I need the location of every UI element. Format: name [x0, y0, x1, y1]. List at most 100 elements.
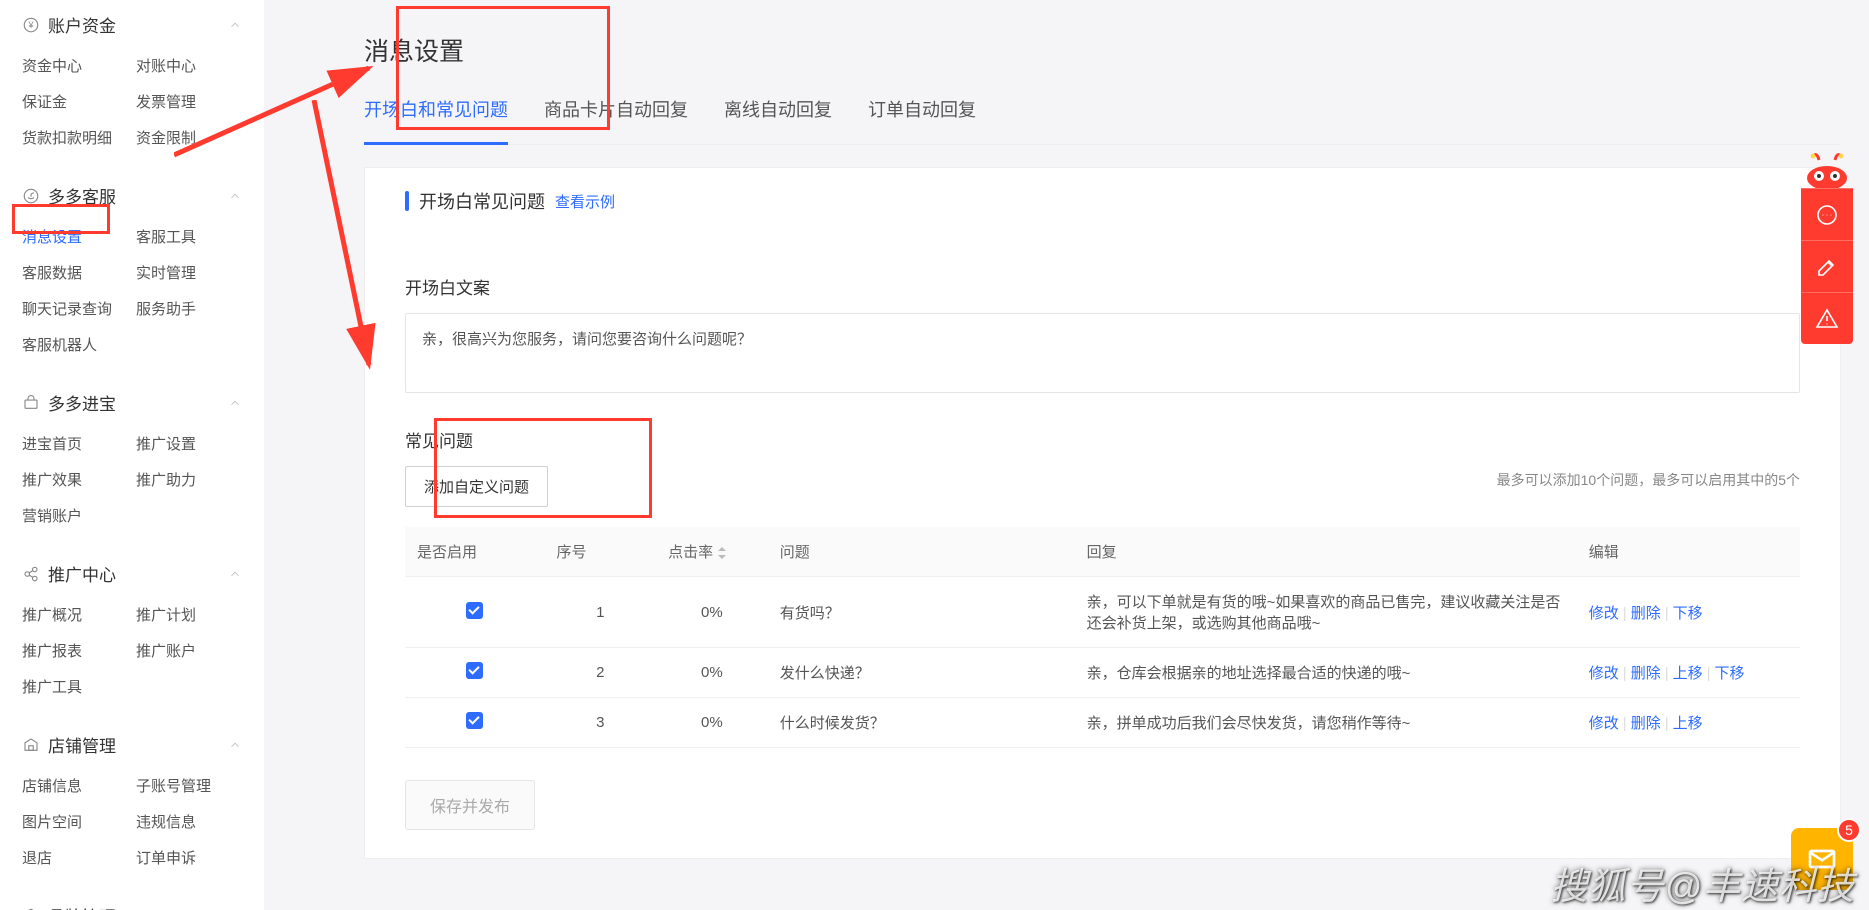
cell-question: 有货吗？ [768, 577, 1075, 648]
table-row: 20%发什么快递？亲，仓库会根据亲的地址选择最合适的快递的哦~修改|删除|上移|… [405, 648, 1800, 698]
chevron-up-icon [228, 18, 242, 32]
opening-subtitle: 开场白文案 [405, 274, 1800, 299]
table-header: 编辑 [1577, 527, 1800, 577]
sidebar-item[interactable]: 对账中心 [136, 49, 242, 85]
sidebar: ¥账户资金资金中心对账中心保证金发票管理货款扣款明细资金限制多多客服消息设置客服… [0, 0, 264, 910]
float-edit-button[interactable] [1801, 240, 1853, 292]
sidebar-item[interactable]: 违规信息 [136, 805, 242, 841]
sidebar-item[interactable]: 推广账户 [136, 634, 242, 670]
op-link[interactable]: 修改 [1589, 665, 1619, 682]
accent-bar [405, 191, 409, 211]
tab[interactable]: 开场白和常见问题 [364, 96, 508, 144]
sidebar-item[interactable]: 货款扣款明细 [22, 121, 128, 157]
sidebar-item [136, 499, 242, 535]
sidebar-item[interactable]: 资金中心 [22, 49, 128, 85]
cell-ops: 修改|删除|上移|下移 [1577, 648, 1800, 698]
sidebar-group[interactable]: 品牌管理 [22, 891, 242, 910]
cell-answer: 亲，拼单成功后我们会尽快发货，请您稍作等待~ [1075, 698, 1577, 748]
tabs-bar: 开场白和常见问题商品卡片自动回复离线自动回复订单自动回复 [364, 86, 1841, 145]
cell-ops: 修改|删除|下移 [1577, 577, 1800, 648]
sidebar-item[interactable]: 进宝首页 [22, 427, 128, 463]
op-link[interactable]: 下移 [1673, 605, 1703, 622]
cell-answer: 亲，可以下单就是有货的哦~如果喜欢的商品已售完，建议收藏关注是否还会补货上架，或… [1075, 577, 1577, 648]
op-link[interactable]: 上移 [1673, 665, 1703, 682]
float-panel [1801, 146, 1853, 344]
sidebar-item[interactable]: 保证金 [22, 85, 128, 121]
table-header[interactable]: 点击率 [656, 527, 768, 577]
cell-ctr: 0% [656, 577, 768, 648]
op-link[interactable]: 删除 [1631, 715, 1661, 732]
tab[interactable]: 订单自动回复 [868, 96, 976, 144]
faq-hint: 最多可以添加10个问题，最多可以启用其中的5个 [1497, 470, 1800, 490]
op-link[interactable]: 上移 [1673, 715, 1703, 732]
sidebar-item[interactable]: 推广助力 [136, 463, 242, 499]
sidebar-group[interactable]: 推广中心 [22, 549, 242, 592]
tab[interactable]: 离线自动回复 [724, 96, 832, 144]
sidebar-item[interactable]: 推广工具 [22, 670, 128, 706]
sidebar-item[interactable]: 客服数据 [22, 256, 128, 292]
float-chat-button[interactable] [1801, 188, 1853, 240]
sidebar-item[interactable]: 服务助手 [136, 292, 242, 328]
table-row: 10%有货吗？亲，可以下单就是有货的哦~如果喜欢的商品已售完，建议收藏关注是否还… [405, 577, 1800, 648]
mascot-icon [1801, 146, 1853, 188]
table-header: 问题 [768, 527, 1075, 577]
sidebar-item[interactable]: 客服机器人 [22, 328, 128, 364]
table-header: 回复 [1075, 527, 1577, 577]
sidebar-item[interactable]: 推广设置 [136, 427, 242, 463]
sidebar-item[interactable]: 子账号管理 [136, 769, 242, 805]
table-row: 30%什么时候发货？亲，拼单成功后我们会尽快发货，请您稍作等待~修改|删除|上移 [405, 698, 1800, 748]
sidebar-group-title: 推广中心 [48, 561, 228, 586]
sidebar-item[interactable]: 消息设置 [22, 220, 128, 256]
sidebar-item[interactable]: 推广报表 [22, 634, 128, 670]
opening-text-input[interactable]: 亲，很高兴为您服务，请问您要咨询什么问题呢？ [405, 313, 1800, 393]
sidebar-item[interactable]: 图片空间 [22, 805, 128, 841]
sidebar-item[interactable]: 店铺信息 [22, 769, 128, 805]
sidebar-item[interactable]: 订单申诉 [136, 841, 242, 877]
sidebar-group[interactable]: ¥账户资金 [22, 0, 242, 43]
chevron-up-icon [228, 189, 242, 203]
sidebar-item[interactable]: 推广概况 [22, 598, 128, 634]
cell-idx: 1 [545, 577, 657, 648]
faq-table: 是否启用序号点击率问题回复编辑 10%有货吗？亲，可以下单就是有货的哦~如果喜欢… [405, 527, 1800, 748]
cell-question: 发什么快递？ [768, 648, 1075, 698]
page-title: 消息设置 [364, 32, 1841, 68]
chevron-up-icon [228, 738, 242, 752]
float-alert-button[interactable] [1801, 292, 1853, 344]
card-heading-text: 开场白常见问题 [419, 188, 545, 214]
sidebar-item[interactable]: 推广计划 [136, 598, 242, 634]
sidebar-item[interactable]: 发票管理 [136, 85, 242, 121]
save-publish-button[interactable]: 保存并发布 [405, 780, 535, 830]
tab[interactable]: 商品卡片自动回复 [544, 96, 688, 144]
sidebar-item[interactable]: 推广效果 [22, 463, 128, 499]
faq-subtitle: 常见问题 [405, 427, 1800, 452]
sidebar-item[interactable]: 聊天记录查询 [22, 292, 128, 328]
cell-ops: 修改|删除|上移 [1577, 698, 1800, 748]
view-example-link[interactable]: 查看示例 [555, 191, 615, 212]
sidebar-item[interactable]: 资金限制 [136, 121, 242, 157]
op-link[interactable]: 修改 [1589, 605, 1619, 622]
sidebar-item[interactable]: 实时管理 [136, 256, 242, 292]
enable-checkbox[interactable] [466, 712, 483, 729]
sidebar-item[interactable]: 退店 [22, 841, 128, 877]
sidebar-item[interactable]: 客服工具 [136, 220, 242, 256]
table-header: 序号 [545, 527, 657, 577]
sidebar-group-title: 品牌管理 [48, 903, 228, 910]
enable-checkbox[interactable] [466, 662, 483, 679]
sidebar-group[interactable]: 店铺管理 [22, 720, 242, 763]
settings-card: 开场白常见问题 查看示例 开场白文案 亲，很高兴为您服务，请问您要咨询什么问题呢… [364, 167, 1841, 859]
sidebar-item[interactable]: 营销账户 [22, 499, 128, 535]
enable-checkbox[interactable] [466, 602, 483, 619]
op-link[interactable]: 删除 [1631, 605, 1661, 622]
cell-question: 什么时候发货？ [768, 698, 1075, 748]
op-link[interactable]: 删除 [1631, 665, 1661, 682]
sidebar-item [136, 670, 242, 706]
cell-ctr: 0% [656, 648, 768, 698]
sort-icon [717, 546, 727, 560]
op-link[interactable]: 下移 [1715, 665, 1745, 682]
sidebar-group[interactable]: 多多进宝 [22, 378, 242, 421]
cell-idx: 3 [545, 698, 657, 748]
op-link[interactable]: 修改 [1589, 715, 1619, 732]
sidebar-group[interactable]: 多多客服 [22, 171, 242, 214]
add-question-button[interactable]: 添加自定义问题 [405, 466, 548, 507]
watermark: 搜狐号@丰速科技 [1550, 856, 1855, 910]
